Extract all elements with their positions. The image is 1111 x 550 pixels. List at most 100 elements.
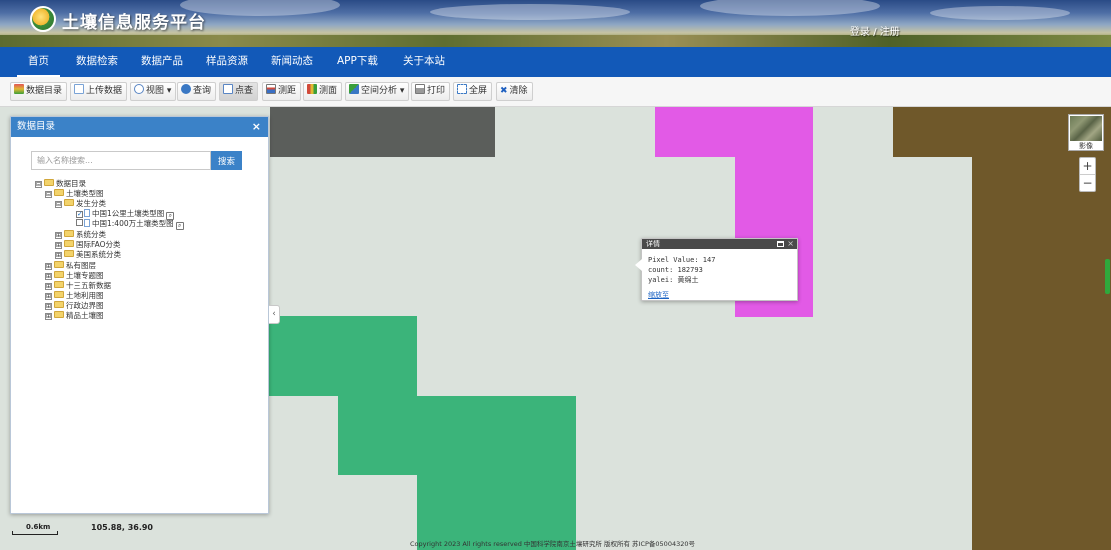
spatial-analysis-icon <box>349 84 359 94</box>
print-button[interactable]: 打印 <box>411 82 451 101</box>
catalog-search-input[interactable] <box>31 151 211 170</box>
site-title: 土壤信息服务平台 <box>62 13 206 33</box>
chevron-down-icon: ▾ <box>399 86 405 96</box>
tree-node[interactable]: ⊞ 土壤专题图 <box>45 271 104 281</box>
basemap-label: 影像 <box>1079 142 1093 150</box>
nav-item-news[interactable]: 新闻动态 <box>260 47 324 77</box>
tree-node[interactable]: ⊟ 发生分类 <box>55 199 106 209</box>
register-link[interactable]: 注册 <box>880 27 900 38</box>
upload-icon <box>74 84 84 94</box>
query-button[interactable]: 查询 <box>177 82 217 101</box>
scale-line <box>12 531 58 535</box>
collapse-icon[interactable]: ⊟ <box>35 181 42 188</box>
tree-node[interactable]: ⊞ 土地利用图 <box>45 291 104 301</box>
document-icon <box>84 209 90 217</box>
nav-item-data-products[interactable]: 数据产品 <box>130 47 194 77</box>
expand-icon[interactable]: ⊞ <box>45 283 52 290</box>
panel-collapse-tab[interactable]: ‹ <box>269 305 280 324</box>
nav-item-data-search[interactable]: 数据检索 <box>65 47 129 77</box>
zoom-in-button[interactable]: + <box>1080 158 1095 175</box>
zoom-out-button[interactable]: − <box>1080 175 1095 192</box>
catalog-button[interactable]: 数据目录 <box>10 82 68 101</box>
identify-popup: 详情 × Pixel Value: 147 count: 182793 yale… <box>635 238 798 301</box>
expand-icon[interactable]: ⊞ <box>55 242 62 249</box>
collapse-icon[interactable]: ⊟ <box>55 201 62 208</box>
folder-icon <box>64 199 74 206</box>
tree-node[interactable]: ⊞ 行政边界图 <box>45 301 104 311</box>
data-catalog-panel: 数据目录 × 搜索 ⊟数据目录 ⊟土壤类型图 ⊟发生分类 ✓中国1公里土壤类型图… <box>10 116 269 514</box>
close-icon[interactable]: × <box>787 239 794 249</box>
map-raster-dark-gray <box>270 107 495 157</box>
tree-node[interactable]: ⊞ 系统分类 <box>55 230 106 240</box>
nav-item-home[interactable]: 首页 <box>17 47 60 77</box>
expand-icon[interactable]: ⊞ <box>55 252 62 259</box>
nav-item-about[interactable]: 关于本站 <box>392 47 456 77</box>
layer-checkbox-checked[interactable]: ✓ <box>76 211 83 218</box>
folder-icon <box>54 301 64 308</box>
print-icon <box>415 84 425 94</box>
folder-icon <box>64 250 74 257</box>
layer-checkbox[interactable] <box>76 219 83 226</box>
map-raster-green <box>338 396 576 475</box>
banner-cloud <box>430 4 630 20</box>
upload-data-button[interactable]: 上传数据 <box>70 82 128 101</box>
nav-item-sample-resources[interactable]: 样品资源 <box>195 47 259 77</box>
tree-node[interactable]: ⊞ 十三五新数据 <box>45 281 111 291</box>
collapse-icon[interactable]: ⊟ <box>45 191 52 198</box>
site-logo[interactable] <box>30 6 56 32</box>
folder-icon <box>44 179 54 186</box>
popup-pixel-value: Pixel Value: 147 <box>648 256 716 264</box>
banner-cloud <box>700 0 880 16</box>
expand-icon[interactable]: ⊞ <box>45 313 52 320</box>
header-banner: 土壤信息服务平台 登录 / 注册 <box>0 0 1111 47</box>
side-handle[interactable] <box>1105 259 1110 294</box>
popup-header: 详情 × <box>642 239 797 249</box>
scale-bar: 0.6km <box>12 522 58 535</box>
view-dropdown-button[interactable]: 视图 ▾ <box>130 82 177 101</box>
tree-leaf-layer[interactable]: ✓ 中国1公里土壤类型图 ⌕ <box>76 209 175 220</box>
copyright-text: Copyright 2023 All rights reserved 中国科学院… <box>410 540 696 548</box>
measure-area-button[interactable]: 测面 <box>303 82 343 101</box>
point-query-button[interactable]: 点查 <box>219 82 259 101</box>
tree-node[interactable]: ⊞ 私有图层 <box>45 261 96 271</box>
main-nav: 首页 数据检索 数据产品 样品资源 新闻动态 APP下载 关于本站 <box>0 47 1111 77</box>
banner-field <box>0 35 1111 47</box>
tree-leaf-layer[interactable]: 中国1:400万土壤类型图 ⌕ <box>76 219 184 230</box>
area-measure-icon <box>307 84 317 94</box>
spatial-analysis-dropdown-button[interactable]: 空间分析 ▾ <box>345 82 410 101</box>
popup-count: count: 182793 <box>648 266 703 274</box>
close-icon[interactable]: × <box>252 117 261 137</box>
clear-button[interactable]: ✖ 清除 <box>496 82 533 101</box>
scale-label: 0.6km <box>26 523 51 531</box>
folder-icon <box>64 230 74 237</box>
popup-title: 详情 <box>646 240 660 248</box>
expand-icon[interactable]: ⊞ <box>45 303 52 310</box>
expand-icon[interactable]: ⊞ <box>45 293 52 300</box>
basemap-switcher[interactable]: 影像 <box>1068 114 1104 151</box>
folder-icon <box>64 240 74 247</box>
popup-soil-type: yalei: 黄绵土 <box>648 276 699 284</box>
maximize-icon[interactable] <box>777 241 784 247</box>
banner-cloud <box>930 6 1070 20</box>
zoom-to-link[interactable]: 缩放至 <box>648 290 669 300</box>
folder-icon <box>54 271 64 278</box>
measure-distance-button[interactable]: 测距 <box>262 82 302 101</box>
tree-node[interactable]: ⊟ 土壤类型图 <box>45 189 104 199</box>
tree-node[interactable]: ⊞ 精品土壤图 <box>45 311 104 321</box>
nav-item-app-download[interactable]: APP下载 <box>326 47 389 77</box>
map-raster-green <box>268 316 417 396</box>
tree-node[interactable]: ⊟ 数据目录 <box>35 179 86 189</box>
expand-icon[interactable]: ⊞ <box>45 263 52 270</box>
document-icon <box>84 219 90 227</box>
query-icon <box>181 84 191 94</box>
expand-icon[interactable]: ⊞ <box>45 273 52 280</box>
login-link[interactable]: 登录 <box>850 27 870 38</box>
clear-icon: ✖ <box>500 86 508 96</box>
tree-node[interactable]: ⊞ 国际FAO分类 <box>55 240 121 250</box>
map-raster-brown <box>972 157 1111 550</box>
expand-icon[interactable]: ⊞ <box>55 232 62 239</box>
catalog-search-button[interactable]: 搜索 <box>211 151 242 170</box>
tree-node[interactable]: ⊞ 美国系统分类 <box>55 250 121 260</box>
zoom-to-layer-icon[interactable]: ⌕ <box>175 222 184 230</box>
fullscreen-button[interactable]: 全屏 <box>453 82 493 101</box>
